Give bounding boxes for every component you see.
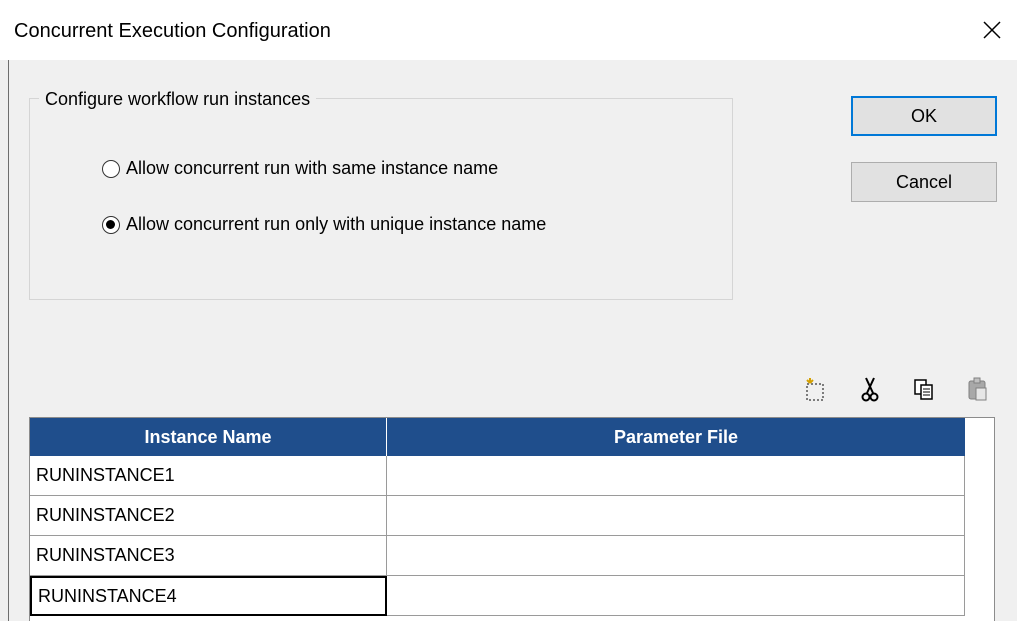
grid-rows: RUNINSTANCE1 RUNINSTANCE2 RUNINSTANCE3 R… — [30, 456, 965, 616]
radio-label: Allow concurrent run with same instance … — [126, 158, 499, 178]
parameter-file-cell[interactable] — [387, 576, 965, 616]
radio-label: Allow concurrent run only with unique in… — [126, 214, 547, 234]
concurrent-execution-dialog: Concurrent Execution Configuration Confi… — [0, 0, 1017, 621]
window-edge — [8, 60, 9, 621]
ok-button[interactable]: OK — [851, 96, 997, 136]
cancel-button[interactable]: Cancel — [851, 162, 997, 202]
column-header-parameter-file[interactable]: Parameter File — [387, 418, 965, 456]
table-row[interactable]: RUNINSTANCE3 — [30, 536, 965, 576]
table-row[interactable]: RUNINSTANCE4 — [30, 576, 965, 616]
groupbox-legend: Configure workflow run instances — [39, 88, 317, 110]
radio-unique-instance-name[interactable]: Allow concurrent run only with unique in… — [102, 214, 546, 235]
instance-name-cell[interactable]: RUNINSTANCE2 — [30, 496, 387, 536]
parameter-file-cell[interactable] — [387, 536, 965, 576]
parameter-file-cell[interactable] — [387, 456, 965, 496]
close-button[interactable] — [972, 10, 1012, 50]
instance-grid: Instance Name Parameter File RUNINSTANCE… — [29, 417, 995, 621]
dialog-title: Concurrent Execution Configuration — [14, 20, 331, 42]
new-row-icon[interactable] — [803, 374, 827, 404]
copy-icon[interactable] — [912, 374, 936, 404]
title-bar: Concurrent Execution Configuration — [0, 0, 1017, 60]
radio-same-instance-name[interactable]: Allow concurrent run with same instance … — [102, 158, 498, 179]
cut-icon[interactable] — [858, 374, 882, 404]
close-icon — [983, 21, 1001, 39]
table-row[interactable]: RUNINSTANCE1 — [30, 456, 965, 496]
grid-header: Instance Name Parameter File — [30, 418, 965, 456]
table-row[interactable]: RUNINSTANCE2 — [30, 496, 965, 536]
column-header-instance-name[interactable]: Instance Name — [30, 418, 387, 456]
instance-name-cell[interactable]: RUNINSTANCE3 — [30, 536, 387, 576]
paste-icon[interactable] — [966, 374, 990, 404]
radio-button[interactable] — [102, 159, 120, 178]
run-instances-groupbox — [29, 98, 733, 300]
instance-name-cell[interactable]: RUNINSTANCE1 — [30, 456, 387, 496]
parameter-file-cell[interactable] — [387, 496, 965, 536]
radio-button-checked[interactable] — [102, 215, 120, 234]
instance-name-cell-selected[interactable]: RUNINSTANCE4 — [30, 576, 387, 616]
